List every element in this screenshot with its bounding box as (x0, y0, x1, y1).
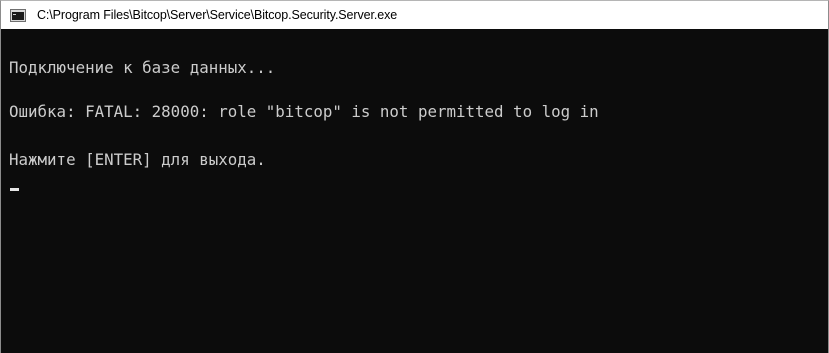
console-line: Ошибка: FATAL: 28000: role "bitcop" is n… (9, 102, 599, 121)
title-bar[interactable]: C:\Program Files\Bitcop\Server\Service\B… (1, 1, 828, 29)
console-line: Нажмите [ENTER] для выхода. (9, 150, 266, 169)
console-window: C:\Program Files\Bitcop\Server\Service\B… (0, 0, 829, 353)
text-cursor (10, 188, 19, 191)
console-app-icon[interactable] (10, 8, 26, 22)
window-title: C:\Program Files\Bitcop\Server\Service\B… (37, 8, 398, 22)
console-line: Подключение к базе данных... (9, 58, 276, 77)
console-output-area[interactable]: Подключение к базе данных... Ошибка: FAT… (1, 29, 828, 353)
